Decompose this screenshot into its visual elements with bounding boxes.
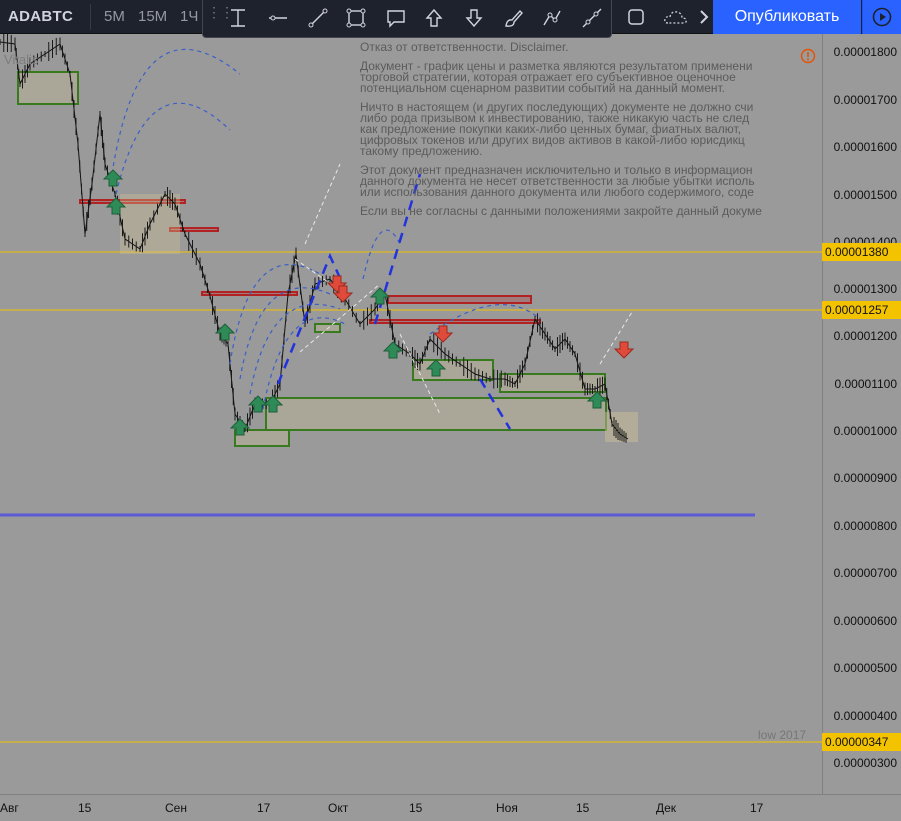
price-tick: 0.00000800 xyxy=(833,519,897,533)
time-tick: 17 xyxy=(257,801,271,815)
price-tick: 0.00000900 xyxy=(833,471,897,485)
author-watermark: Vitalis xyxy=(4,52,39,67)
disclaimer-paragraph: Документ - график цены и разметка являют… xyxy=(360,59,753,95)
price-tick: 0.00001800 xyxy=(833,45,897,59)
sell-arrow-icon xyxy=(613,341,635,359)
arrow-down-icon[interactable] xyxy=(459,3,489,33)
disclaimer-paragraph: Ничто в настоящем (и других последующих)… xyxy=(360,100,754,158)
resistance-zone xyxy=(369,319,541,324)
time-tick: 15 xyxy=(409,801,423,815)
resistance-zone xyxy=(387,295,532,304)
time-tick: Авг xyxy=(0,801,19,815)
disclaimer-paragraph: Если вы не согласны с данными положениям… xyxy=(360,204,762,218)
time-tick: 15 xyxy=(78,801,92,815)
time-tick: Окт xyxy=(328,801,349,815)
sell-arrow-icon xyxy=(432,325,454,343)
projection-arc xyxy=(362,229,401,280)
warning-icon[interactable] xyxy=(800,48,816,69)
price-tick: 0.00001500 xyxy=(833,188,897,202)
price-axis[interactable]: 0.00001800 0.00001700 0.00001600 0.00001… xyxy=(822,34,901,794)
path-icon[interactable] xyxy=(537,3,567,33)
callout-icon[interactable] xyxy=(381,3,411,33)
price-tick: 0.00000500 xyxy=(833,661,897,675)
rectangle-icon[interactable] xyxy=(341,3,371,33)
projection-arc xyxy=(115,102,231,195)
price-level-tag[interactable]: 0.00001257 xyxy=(822,301,901,319)
projection-arc xyxy=(111,48,241,175)
price-tick: 0.00001000 xyxy=(833,424,897,438)
price-level-tag[interactable]: 0.00001380 xyxy=(822,243,901,261)
cloud-icon[interactable] xyxy=(662,4,690,30)
price-tick: 0.00001600 xyxy=(833,140,897,154)
timeframe-5m[interactable]: 5М xyxy=(104,8,125,25)
price-tick: 0.00001100 xyxy=(834,377,897,391)
play-icon[interactable] xyxy=(862,0,901,34)
time-tick: Дек xyxy=(656,801,677,815)
time-tick: 15 xyxy=(576,801,590,815)
buy-arrow-icon xyxy=(214,323,236,341)
extended-line-icon[interactable] xyxy=(577,3,607,33)
price-tick: 0.00001700 xyxy=(833,93,897,107)
price-level-tag[interactable]: 0.00000347 xyxy=(822,733,901,751)
disclaimer-title: Отказ от ответственности. Disclaimer. xyxy=(360,42,569,54)
time-axis[interactable]: Авг 15 Сен 17 Окт 15 Ноя 15 Дек 17 xyxy=(0,794,901,821)
disclaimer-paragraph: Этот документ предназначен исключительно… xyxy=(360,163,755,199)
price-tick: 0.00000700 xyxy=(833,566,897,580)
time-tick: Сен xyxy=(165,801,187,815)
brush-icon[interactable] xyxy=(499,3,529,33)
time-tick: Ноя xyxy=(496,801,518,815)
price-tick: 0.00000300 xyxy=(833,756,897,770)
date-range-icon[interactable] xyxy=(223,3,253,33)
price-tick: 0.00001300 xyxy=(833,282,897,296)
horizontal-ray-icon[interactable] xyxy=(263,3,293,33)
guide-line xyxy=(599,311,633,365)
buy-arrow-icon xyxy=(382,341,404,359)
support-zone xyxy=(265,397,607,431)
divider xyxy=(90,4,91,30)
buy-arrow-icon xyxy=(102,169,124,187)
price-tick: 0.00000600 xyxy=(833,614,897,628)
price-tick: 0.00000400 xyxy=(833,709,897,723)
publish-button[interactable]: Опубликовать xyxy=(713,0,861,34)
time-tick: 17 xyxy=(750,801,764,815)
symbol-name[interactable]: ADABTC xyxy=(8,8,73,25)
disclaimer-text: Отказ от ответственности. Disclaimer. До… xyxy=(360,42,822,225)
guide-line xyxy=(304,163,341,245)
low-2017-label: low 2017 xyxy=(758,728,807,742)
trend-line-icon[interactable] xyxy=(303,3,333,33)
timeframe-15m[interactable]: 15М xyxy=(138,8,167,25)
drawing-toolbar: ⋮⋮ xyxy=(202,0,612,38)
timeframe-1h[interactable]: 1Ч xyxy=(180,8,198,25)
price-tick: 0.00001200 xyxy=(833,329,897,343)
chart-window: ADABTC 5М 15М 1Ч Опубликовать ⋮⋮ Vitalis… xyxy=(0,0,901,821)
square-icon[interactable] xyxy=(622,4,650,30)
arrow-up-icon[interactable] xyxy=(419,3,449,33)
